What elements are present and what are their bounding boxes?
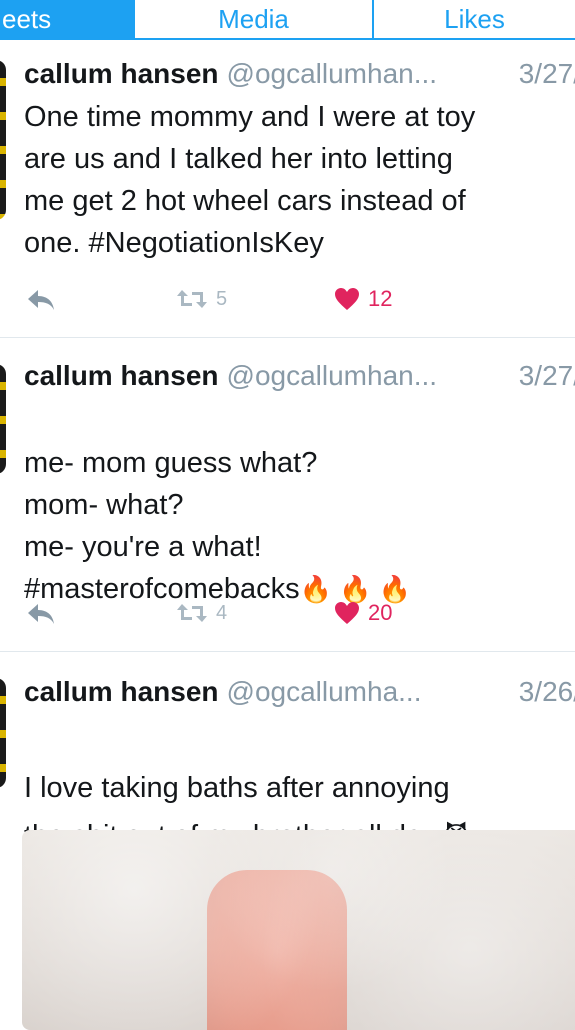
heart-icon [335, 288, 359, 310]
like-button[interactable]: 20 [334, 598, 392, 628]
author-handle[interactable]: @ogcallumhan... [227, 360, 438, 391]
retweet-button[interactable]: 5 [176, 284, 227, 314]
retweet-icon [177, 290, 207, 308]
retweet-icon [177, 604, 207, 622]
tweet-date: 3/27/ [508, 358, 575, 394]
author-handle[interactable]: @ogcallumha... [227, 676, 422, 707]
tweet-actions: 4 20 [24, 598, 575, 628]
tweet-text: me- mom guess what? mom- what? me- you'r… [24, 400, 575, 610]
tweet-photo[interactable] [22, 830, 575, 1030]
tweet-date: 3/27/ [508, 56, 575, 92]
photo-foam [22, 830, 575, 1030]
avatar[interactable] [0, 364, 6, 474]
retweet-button[interactable]: 4 [176, 598, 227, 628]
tab-likes[interactable]: Likes [374, 0, 575, 40]
tab-tweets[interactable]: eets [0, 0, 135, 40]
tweet-date: 3/26/ [508, 674, 575, 710]
author-handle[interactable]: @ogcallumhan... [227, 58, 438, 89]
tweet-header: callum hansen @ogcallumha... 3/26/ [24, 674, 575, 710]
retweet-count: 5 [216, 287, 228, 310]
tweet-actions: 5 12 [24, 284, 575, 314]
like-count: 20 [368, 600, 393, 625]
avatar[interactable] [0, 60, 6, 220]
like-count: 12 [368, 286, 393, 311]
tweet-header: callum hansen @ogcallumhan... 3/27/ [24, 56, 575, 92]
heart-icon [335, 602, 359, 624]
reply-icon[interactable] [24, 284, 58, 314]
author-name[interactable]: callum hansen [24, 676, 219, 707]
avatar[interactable] [0, 678, 6, 788]
tweet[interactable]: callum hansen @ogcallumhan... 3/27/ me- m… [0, 358, 575, 652]
tweet[interactable]: callum hansen @ogcallumhan... 3/27/ One t… [0, 56, 575, 338]
tweet-body: me- mom guess what? mom- what? me- you'r… [24, 447, 318, 605]
reply-icon[interactable] [24, 598, 58, 628]
author-name[interactable]: callum hansen [24, 58, 219, 89]
tweet-header: callum hansen @ogcallumhan... 3/27/ [24, 358, 575, 394]
retweet-count: 4 [216, 601, 228, 624]
tab-media[interactable]: Media [135, 0, 374, 40]
author-name[interactable]: callum hansen [24, 360, 219, 391]
like-button[interactable]: 12 [334, 284, 392, 314]
tweet-text: One time mommy and I were at toy are us … [24, 101, 476, 259]
profile-tabs: eets Media Likes [0, 0, 575, 40]
